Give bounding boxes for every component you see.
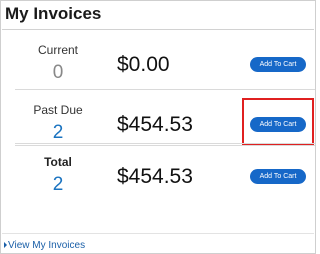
add-to-cart-button-current[interactable]: Add To Cart bbox=[250, 57, 306, 72]
row-label: Past Due bbox=[33, 103, 83, 117]
row-divider bbox=[15, 143, 315, 144]
view-my-invoices-label: View My Invoices bbox=[8, 240, 86, 251]
invoice-row-total: Total 2 $454.53 Add To Cart bbox=[1, 151, 315, 211]
invoice-row-current: Current 0 $0.00 Add To Cart bbox=[1, 39, 315, 99]
highlight-box bbox=[242, 98, 314, 145]
invoice-count: 0 bbox=[52, 62, 64, 83]
invoice-count[interactable]: 2 bbox=[9, 174, 107, 196]
row-divider bbox=[15, 89, 315, 90]
row-label: Current bbox=[37, 43, 78, 57]
row-divider bbox=[15, 145, 315, 146]
caret-right-icon bbox=[4, 242, 7, 249]
row-label: Total bbox=[44, 155, 72, 169]
add-to-cart-button-total[interactable]: Add To Cart bbox=[250, 169, 306, 184]
invoice-amount: $454.53 bbox=[117, 165, 193, 188]
invoices-widget: My Invoices Current 0 $0.00 Add To Cart … bbox=[0, 0, 316, 254]
view-my-invoices-link[interactable]: View My Invoices bbox=[4, 240, 85, 251]
widget-title: My Invoices bbox=[5, 4, 102, 23]
invoice-amount: $454.53 bbox=[117, 113, 193, 136]
invoice-count[interactable]: 2 bbox=[9, 122, 107, 144]
footer-divider bbox=[2, 233, 314, 234]
invoice-amount: $0.00 bbox=[117, 53, 170, 76]
title-divider bbox=[2, 29, 314, 30]
